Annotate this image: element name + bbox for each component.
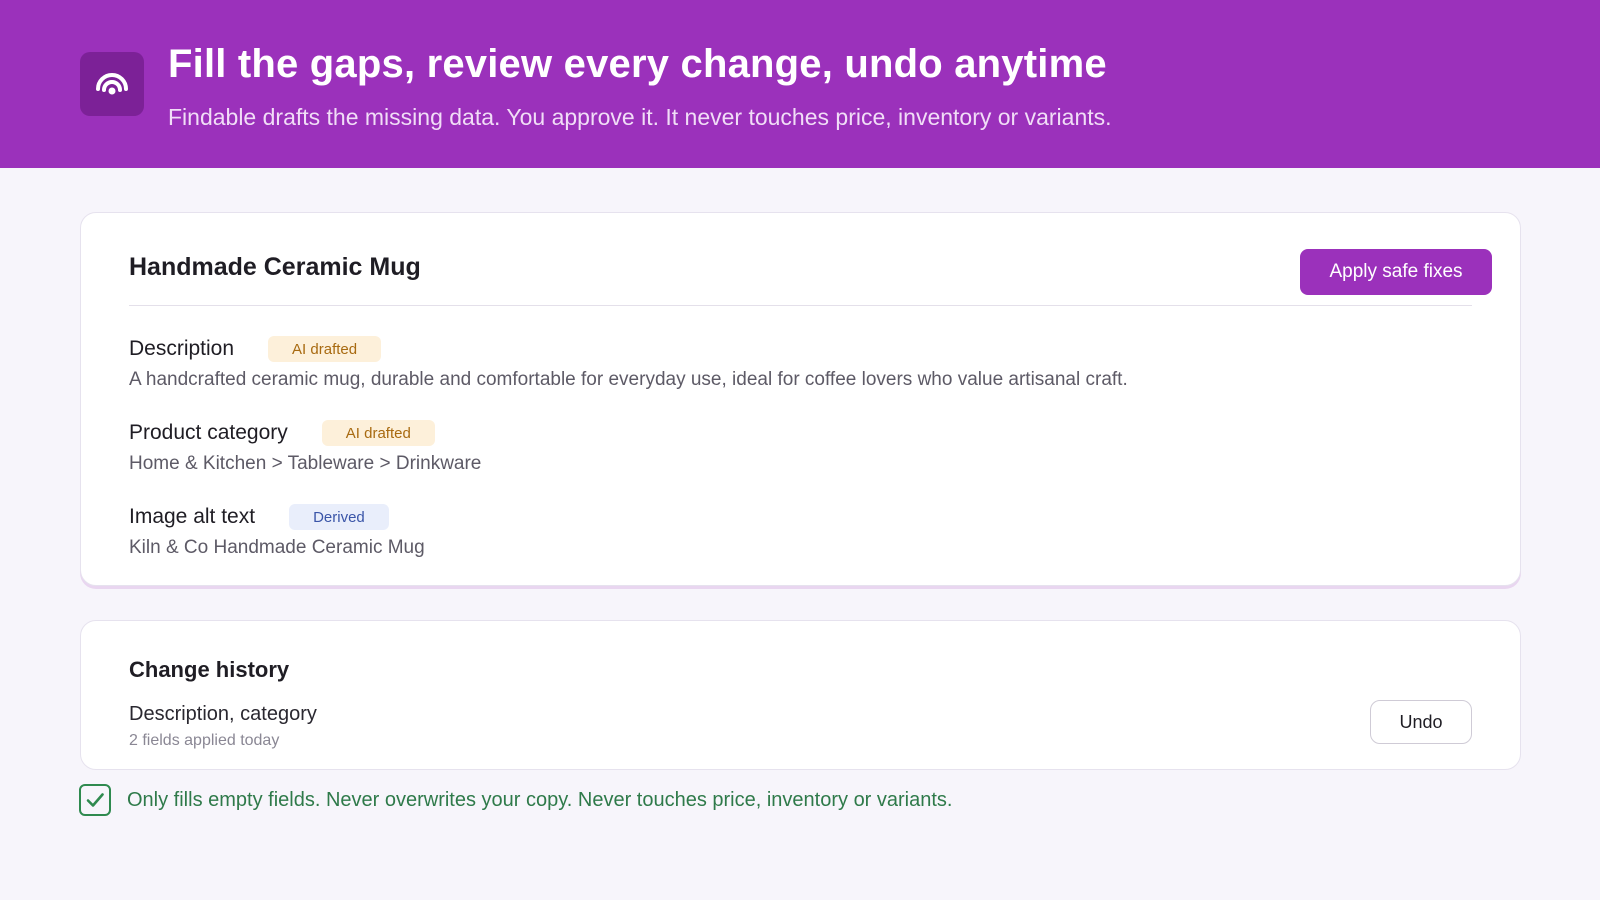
ai-drafted-badge: AI drafted [268,336,382,362]
product-title: Handmade Ceramic Mug [129,253,421,281]
undo-button[interactable]: Undo [1370,700,1472,744]
field-label: Image alt text [129,505,256,528]
card-divider [129,305,1472,306]
change-history-title: Change history [129,657,290,682]
field-value: A handcrafted ceramic mug, durable and c… [129,369,1128,390]
field-value: Kiln & Co Handmade Ceramic Mug [129,537,425,558]
field-image-alt-text: Image alt text Derived Kiln & Co Handmad… [129,503,425,559]
safety-guarantee: Only fills empty fields. Never overwrite… [79,784,953,816]
apply-safe-fixes-button[interactable]: Apply safe fixes [1300,249,1492,295]
history-entry-meta: 2 fields applied today [129,732,280,749]
signal-waves-icon [96,73,128,95]
field-label: Description [129,337,235,360]
history-entry: Description, category 2 fields applied t… [129,703,317,750]
derived-badge: Derived [289,504,389,530]
product-card: Handmade Ceramic Mug Apply safe fixes De… [80,212,1521,586]
guarantee-text: Only fills empty fields. Never overwrite… [127,788,953,811]
change-history-card: Change history Description, category 2 f… [80,620,1521,770]
field-label: Product category [129,421,288,444]
hero-banner: Fill the gaps, review every change, undo… [0,0,1600,168]
page-subtitle: Findable drafts the missing data. You ap… [168,104,1112,130]
history-entry-fields: Description, category [129,703,317,725]
field-description: Description AI drafted A handcrafted cer… [129,335,1128,391]
ai-drafted-badge: AI drafted [321,420,435,446]
page-title: Fill the gaps, review every change, undo… [168,42,1107,86]
field-value: Home & Kitchen > Tableware > Drinkware [129,453,482,474]
field-product-category: Product category AI drafted Home & Kitch… [129,419,481,475]
app-logo [80,52,144,116]
checkbox-checked-icon [79,784,111,816]
